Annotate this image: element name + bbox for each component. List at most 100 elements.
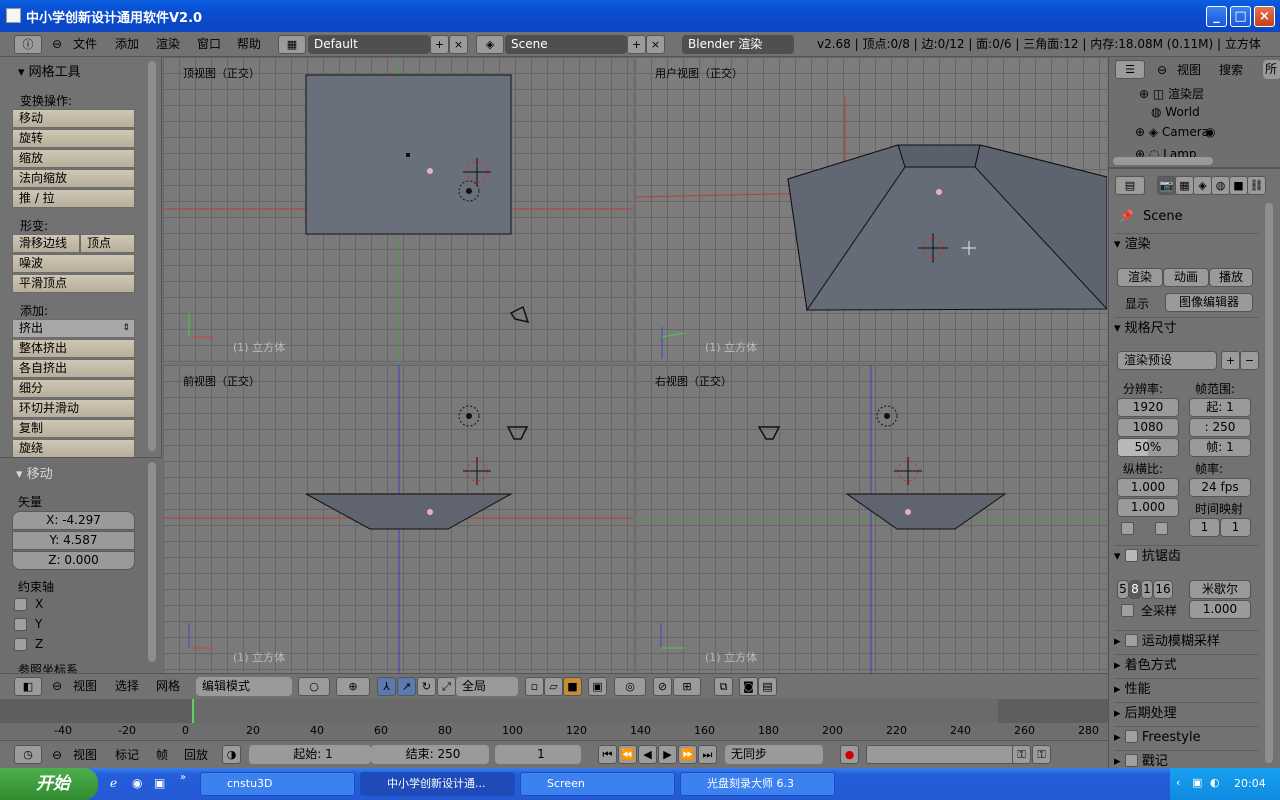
duplicate-button[interactable]: 复制 (12, 419, 135, 438)
loop-cut-slide-button[interactable]: 环切并滑动 (12, 399, 135, 418)
jump-end-icon[interactable]: ⏭ (698, 745, 717, 764)
constraint-z-checkbox[interactable] (14, 638, 27, 651)
shading-select-icon[interactable]: ○ (298, 677, 330, 696)
animation-button[interactable]: 动画 (1163, 268, 1209, 287)
snap-icon[interactable]: ⊘ (653, 677, 672, 696)
outliner-row-render-layers[interactable]: ⊕ ◫ 渲染层 (1139, 85, 1204, 102)
shrink-fatten-button[interactable]: 法向缩放 (12, 169, 135, 188)
aspect-y-field[interactable]: 1.000 (1117, 498, 1179, 517)
scale-icon[interactable]: ⤢ (437, 677, 456, 696)
viewport-top[interactable]: 顶视图（正交） (1) 立方体 (163, 57, 633, 363)
remove-preset-icon[interactable]: − (1240, 351, 1259, 370)
layers-tab-icon[interactable]: ▦ (1175, 176, 1194, 195)
frame-end-field[interactable]: : 250 (1189, 418, 1251, 437)
object-tab-icon[interactable]: ■ (1229, 176, 1248, 195)
quicklaunch-expand-icon[interactable]: » (180, 772, 186, 783)
menu-select[interactable]: 选择 (115, 677, 139, 696)
play-button[interactable]: 播放 (1209, 268, 1253, 287)
aspect-x-field[interactable]: 1.000 (1117, 478, 1179, 497)
outliner-menu-search[interactable]: 搜索 (1219, 61, 1243, 80)
push-pull-button[interactable]: 推 / 拉 (12, 189, 135, 208)
render-button[interactable]: 渲染 (1117, 268, 1163, 287)
translate-icon[interactable]: ↗ (397, 677, 416, 696)
timeline-menu-frame[interactable]: 帧 (156, 746, 168, 765)
face-select-icon[interactable]: ■ (563, 677, 582, 696)
render-tab-icon[interactable]: 📷 (1157, 176, 1176, 195)
menu-help[interactable]: 帮助 (237, 35, 261, 54)
aa-samples-11[interactable]: 1 (1141, 580, 1153, 599)
remap-new-field[interactable]: 1 (1220, 518, 1251, 537)
rotate-icon[interactable]: ↻ (417, 677, 436, 696)
border-checkbox[interactable] (1121, 522, 1134, 535)
jump-start-icon[interactable]: ⏮ (598, 745, 617, 764)
antialiasing-section-header[interactable]: ▾ 抗锯齿 (1114, 545, 1259, 567)
menu-view[interactable]: 视图 (73, 677, 97, 696)
constraint-x-checkbox[interactable] (14, 598, 27, 611)
outliner-row-camera[interactable]: ⊕ ◈ Camera ◉ (1135, 125, 1275, 139)
delete-key-icon[interactable]: ⚿ (1032, 745, 1051, 764)
menu-window[interactable]: 窗口 (197, 35, 221, 54)
stamp-section-header[interactable]: ▸ 戳记 (1114, 750, 1259, 768)
insert-key-icon[interactable]: ⚿ (1012, 745, 1031, 764)
rotate-button[interactable]: 旋转 (12, 129, 135, 148)
slide-edge-button[interactable]: 滑移边线 (12, 234, 80, 253)
properties-editor-icon[interactable]: ▤ (1115, 176, 1145, 195)
eye-icon[interactable]: ◉ (1205, 125, 1215, 139)
motion-blur-section-header[interactable]: ▸ 运动模糊采样 (1114, 630, 1259, 652)
properties-scrollbar[interactable] (1265, 203, 1273, 763)
viewport-user[interactable]: 用户视图（正交） (1) 立方体 (635, 57, 1107, 363)
stamp-checkbox[interactable] (1124, 754, 1138, 767)
resolution-percent-slider[interactable]: 50% (1117, 438, 1179, 457)
motion-blur-checkbox[interactable] (1124, 634, 1138, 647)
vector-z-field[interactable]: Z: 0.000 (12, 551, 135, 570)
render-image-icon[interactable]: ◙ (739, 677, 758, 696)
ie-icon[interactable]: ℯ (110, 776, 117, 790)
editor-type-icon[interactable]: ◧ (14, 677, 42, 696)
record-icon[interactable]: ● (840, 745, 859, 764)
vertex-select-icon[interactable]: ▫ (525, 677, 544, 696)
pin-icon[interactable]: 📌 (1119, 209, 1134, 223)
crop-checkbox[interactable] (1155, 522, 1168, 535)
vector-y-field[interactable]: Y: 4.587 (12, 531, 135, 550)
outliner-display-select[interactable]: 所 (1263, 60, 1280, 79)
fps-select[interactable]: 24 fps (1189, 478, 1251, 497)
occlude-icon[interactable]: ▣ (588, 677, 607, 696)
spin-button[interactable]: 旋绕 (12, 439, 135, 458)
resolution-x-field[interactable]: 1920 (1117, 398, 1179, 417)
operator-header[interactable]: ▾ 移动 (16, 463, 53, 482)
add-preset-icon[interactable]: + (1221, 351, 1240, 370)
freestyle-section-header[interactable]: ▸ Freestyle (1114, 726, 1259, 748)
scene-tab-icon[interactable]: ◈ (1193, 176, 1212, 195)
layout-select[interactable]: Default (308, 35, 430, 54)
minimize-button[interactable]: _ (1206, 6, 1227, 27)
next-key-icon[interactable]: ⏩ (678, 745, 697, 764)
task-main-app[interactable]: 中小学创新设计通... (360, 772, 515, 796)
antialiasing-checkbox[interactable] (1124, 549, 1138, 562)
start-button[interactable]: 开始 (0, 768, 98, 800)
aa-samples-16[interactable]: 16 (1153, 580, 1173, 599)
collapse-icon[interactable]: ⊖ (52, 35, 62, 54)
clock[interactable]: 20:04 (1234, 777, 1266, 790)
noise-button[interactable]: 噪波 (12, 254, 135, 273)
viewport-right[interactable]: 右视图（正交） (1) 立方体 (635, 365, 1107, 673)
scale-button[interactable]: 缩放 (12, 149, 135, 168)
manipulator-icon[interactable]: ⅄ (377, 677, 396, 696)
viewport-front[interactable]: 前视图（正交） (1) 立方体 (163, 365, 633, 673)
collapse-icon[interactable]: ⊖ (1157, 61, 1167, 80)
menu-file[interactable]: 文件 (73, 35, 97, 54)
tool-shelf-header[interactable]: ▾ 网格工具 (18, 61, 81, 80)
network-icon[interactable]: ▣ (1192, 776, 1202, 789)
task-screen[interactable]: Screen (520, 772, 675, 796)
render-preset-select[interactable]: 渲染预设 (1117, 351, 1217, 370)
outliner-menu-view[interactable]: 视图 (1177, 61, 1201, 80)
freestyle-checkbox[interactable] (1124, 730, 1138, 743)
full-sample-checkbox[interactable] (1121, 604, 1134, 617)
render-engine-select[interactable]: Blender 渲染 (682, 35, 794, 54)
keying-set-field[interactable] (866, 745, 1016, 764)
end-frame-field[interactable]: 结束: 250 (371, 745, 489, 764)
preview-range-icon[interactable]: ◑ (222, 745, 241, 764)
subdivide-button[interactable]: 细分 (12, 379, 135, 398)
outliner-row-lamp[interactable]: ⊕ ◌ Lamp (1135, 147, 1275, 157)
smooth-vertex-button[interactable]: 平滑顶点 (12, 274, 135, 293)
extrude-dropdown[interactable]: 挤出 ⇕ (12, 319, 135, 338)
